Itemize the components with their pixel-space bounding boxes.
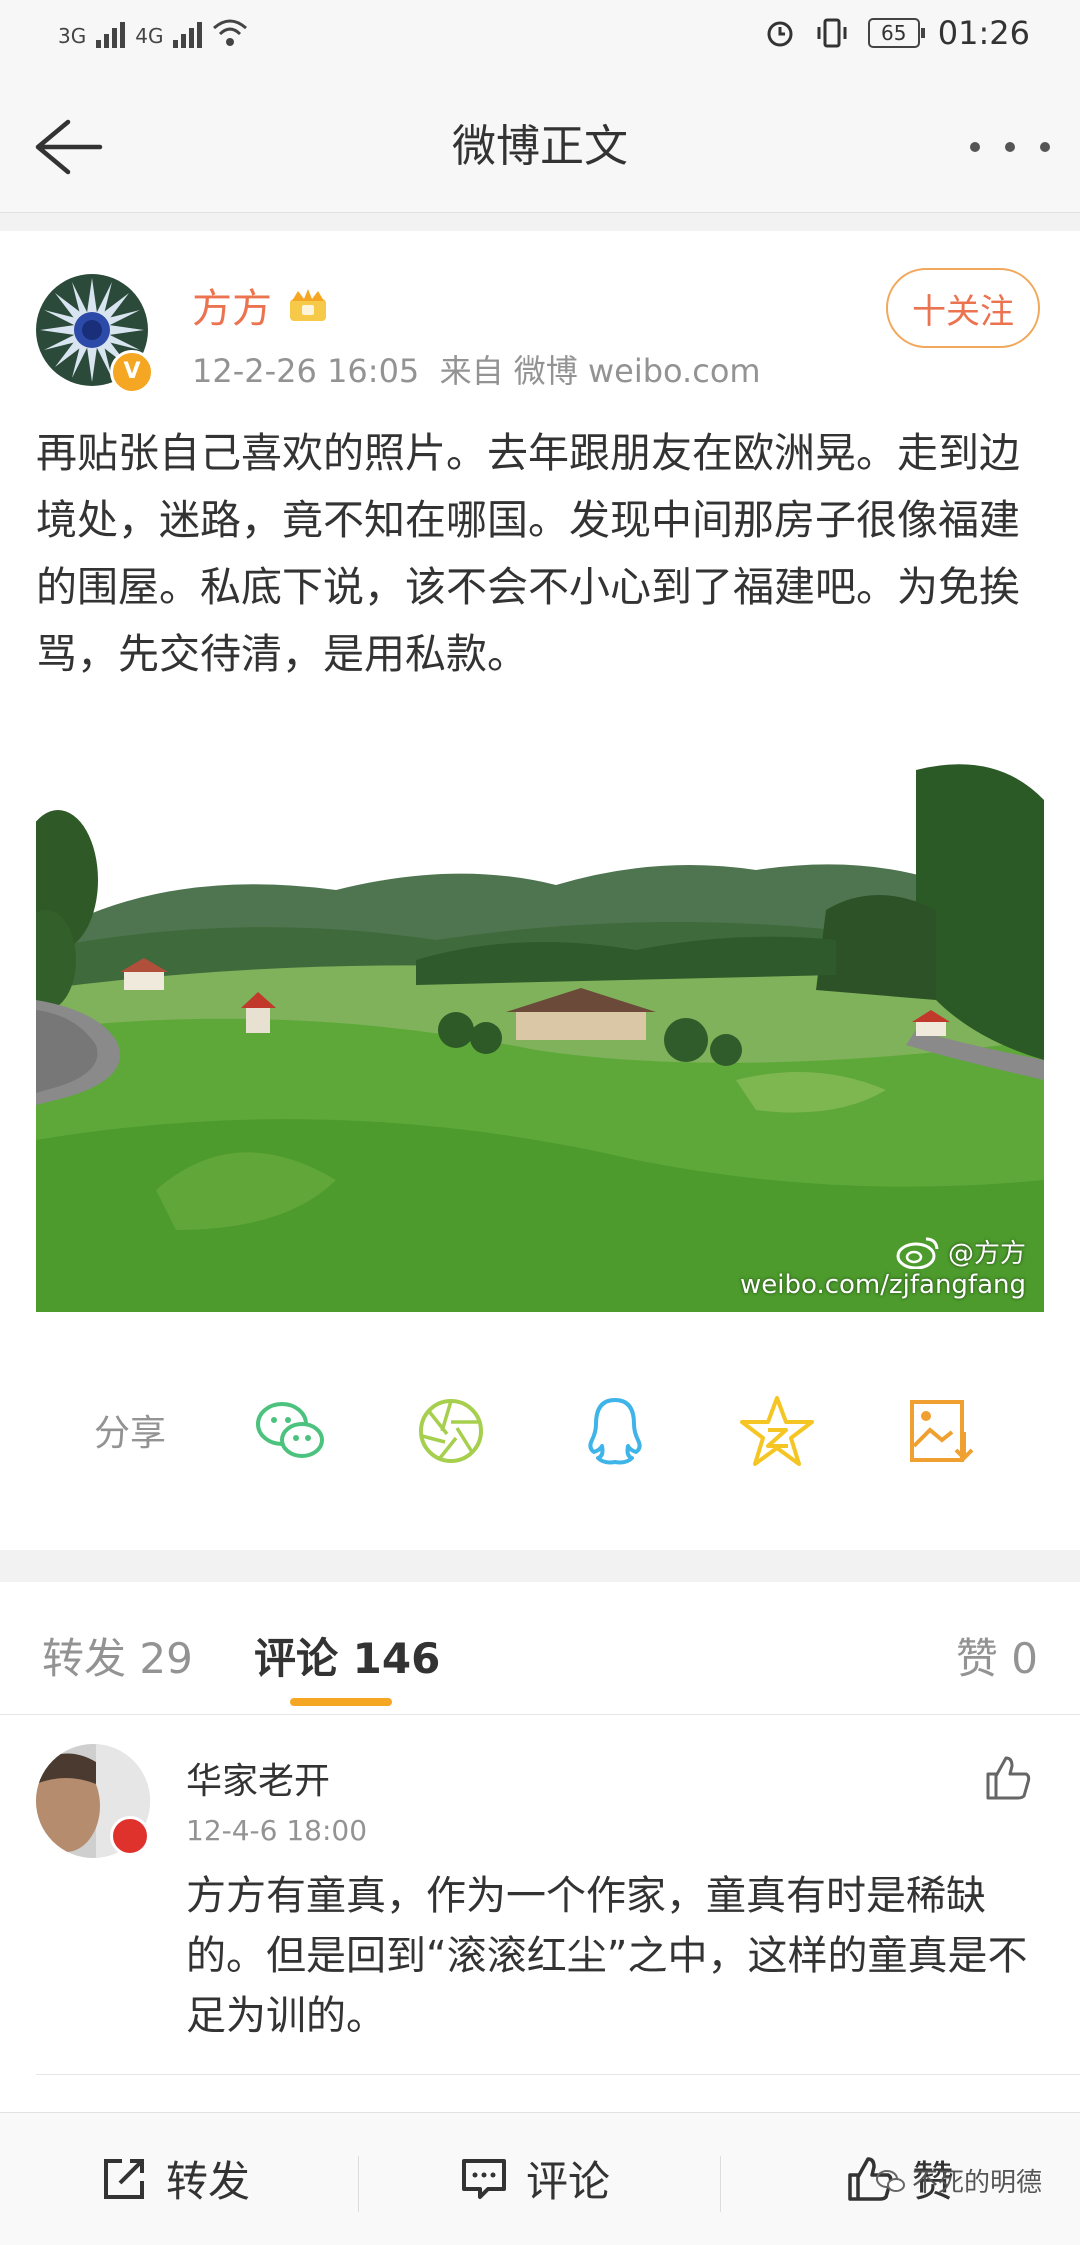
bottom-divider: [358, 2156, 359, 2212]
section-divider: [0, 1550, 1080, 1582]
comment-label: 评论: [526, 2157, 611, 2206]
wechat-icon[interactable]: [252, 1392, 330, 1470]
commenter-name[interactable]: 华家老开: [186, 1752, 330, 1804]
tab-indicator: [290, 1698, 392, 1706]
watermark-user: @方方: [947, 1239, 1026, 1269]
watermark-text: 不死的明德: [912, 2168, 1043, 2198]
signal-indicators: 3G 4G: [58, 18, 248, 48]
repost-icon: [104, 2158, 144, 2199]
tab-repost[interactable]: 转发 29: [42, 1625, 193, 1686]
network-3g-label: 3G: [58, 24, 87, 48]
weibo-logo-icon: [896, 1237, 939, 1269]
photo-watermark: @方方 weibo.com/zjfangfang: [740, 1233, 1026, 1300]
author-row: 方方: [192, 276, 330, 334]
post-meta: 12-2-26 16:05 来自 微博 weibo.com: [192, 352, 761, 390]
commenter-badge: [110, 1816, 150, 1856]
comment-button[interactable]: 评论: [460, 2148, 610, 2209]
comment-icon: [462, 2158, 506, 2199]
clock: 01:26: [937, 14, 1030, 52]
section-divider: [0, 213, 1080, 231]
share-label: 分享: [94, 1413, 167, 1454]
landscape-image: [36, 760, 1044, 1312]
network-4g-label: 4G: [135, 24, 164, 48]
comment-date: 12-4-6 18:00: [186, 1814, 368, 1847]
tab-divider: [0, 1714, 1080, 1715]
verified-badge: V: [110, 350, 154, 394]
moments-icon[interactable]: [412, 1392, 490, 1470]
comment-divider: [36, 2074, 1080, 2075]
vip-crown-icon: [290, 289, 326, 321]
page-title: 微博正文: [452, 121, 628, 172]
save-image-icon[interactable]: [902, 1392, 980, 1470]
repost-button[interactable]: 转发: [100, 2148, 250, 2209]
vibrate-icon: [817, 18, 847, 48]
battery-indicator: 65: [867, 18, 925, 48]
post-text: 再贴张自己喜欢的照片。去年跟朋友在欧洲晃。走到边境处，迷路，竟不知在哪国。发现中…: [36, 429, 1020, 678]
comment-text: 方方有童真，作为一个作家，童真有时是稀缺的。但是回到“滚滚红尘”之中，这样的童真…: [186, 1873, 1028, 2039]
signal-bars-icon: [173, 18, 203, 48]
tab-likes[interactable]: 赞 0: [956, 1625, 1038, 1686]
repost-label: 转发: [166, 2157, 251, 2206]
post-photo[interactable]: @方方 weibo.com/zjfangfang: [36, 760, 1044, 1312]
thumbs-up-icon[interactable]: [982, 1752, 1034, 1804]
qzone-star-icon[interactable]: [738, 1392, 816, 1470]
bottom-divider: [720, 2156, 721, 2212]
wechat-watermark-icon: [876, 2169, 905, 2192]
alarm-icon: [767, 21, 793, 47]
author-name[interactable]: 方方: [192, 276, 272, 334]
watermark-url: weibo.com/zjfangfang: [740, 1270, 1026, 1300]
tab-comments[interactable]: 评论 146: [254, 1625, 440, 1686]
status-right: 65 01:26: [764, 14, 1030, 52]
signal-bars-icon: [96, 18, 126, 48]
wechat-watermark: 不死的明德: [876, 2162, 1042, 2199]
qq-icon[interactable]: [576, 1392, 654, 1470]
wifi-icon: [213, 19, 248, 46]
follow-button[interactable]: 十关注: [886, 268, 1040, 348]
more-dots-icon[interactable]: [970, 122, 1050, 172]
